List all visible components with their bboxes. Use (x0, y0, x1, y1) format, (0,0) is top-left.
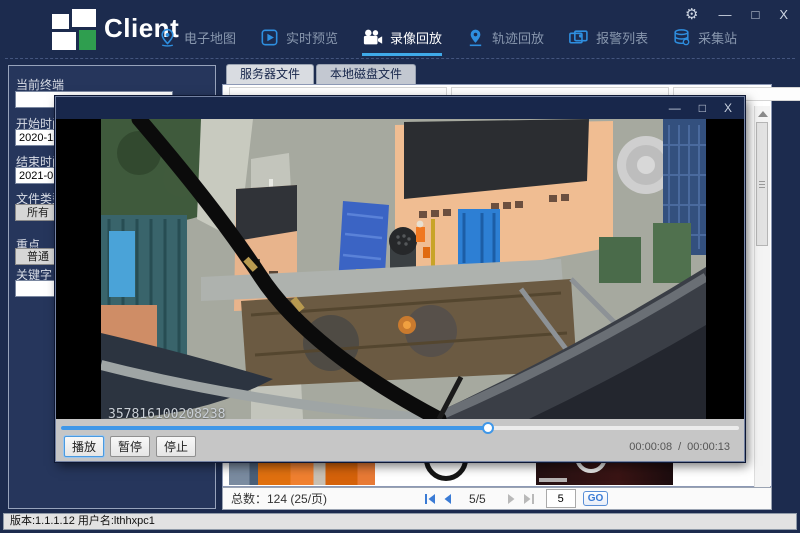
vertical-scrollbar[interactable] (754, 106, 770, 507)
alarm-list-icon (568, 28, 589, 47)
topbar-divider (5, 58, 795, 59)
player-close-button[interactable]: X (724, 101, 732, 115)
player-control-bar: 播放 暂停 停止 00:00:08 / 00:00:13 (56, 419, 744, 461)
prev-page-button[interactable] (441, 493, 453, 505)
go-button[interactable]: GO (583, 491, 609, 506)
current-time: 00:00:08 (629, 441, 672, 453)
top-bar: Client 电子地图 实时预览 录像回放 轨迹回放 (0, 0, 800, 58)
player-buttons: 播放 暂停 停止 (64, 436, 196, 457)
version-user-text: 版本:1.1.1.12 用户名:lthhxpc1 (10, 515, 155, 527)
total-time: 00:00:13 (687, 441, 730, 453)
logo-tile (72, 9, 96, 27)
logo-tile (52, 14, 69, 29)
video-player-window: — □ X (55, 96, 745, 462)
player-minimize-button[interactable]: — (669, 101, 681, 115)
thumbnail-caption (539, 478, 567, 482)
video-camera-icon (362, 28, 383, 47)
play-icon (260, 28, 279, 47)
logo-tile-green (79, 30, 96, 50)
tab-server-files[interactable]: 服务器文件 (226, 64, 314, 84)
nav-label: 电子地图 (184, 28, 236, 47)
scrollbar-thumb[interactable] (756, 122, 768, 246)
video-display-area: 357816100208238 E 105.391504 N 28.782217… (56, 119, 744, 419)
nav-track-playback[interactable]: 轨迹回放 (466, 22, 544, 56)
maximize-button[interactable]: □ (751, 7, 759, 22)
page-indicator: 5/5 (469, 492, 486, 506)
nav-live-preview[interactable]: 实时预览 (260, 22, 338, 56)
pause-button[interactable]: 暂停 (110, 436, 150, 457)
nav-label: 采集站 (698, 28, 737, 47)
nav-recording-playback[interactable]: 录像回放 (362, 22, 442, 56)
minimize-button[interactable]: — (718, 7, 731, 22)
total-count-text: 总数：124 (25/页) (231, 490, 327, 507)
file-tabs: 服务器文件 本地磁盘文件 (226, 64, 416, 84)
progress-handle[interactable] (482, 422, 494, 434)
nav-alarm-list[interactable]: 报警列表 (568, 22, 648, 56)
nav-label: 实时预览 (286, 28, 338, 47)
nav-label: 轨迹回放 (492, 28, 544, 47)
osd-device-id: 357816100208238 (108, 401, 335, 419)
logo-tile (52, 32, 76, 50)
settings-gear-icon[interactable]: ⚙ (685, 5, 698, 23)
app-logo (52, 9, 98, 51)
close-button[interactable]: X (779, 7, 788, 22)
stop-button[interactable]: 停止 (156, 436, 196, 457)
database-icon (672, 28, 691, 47)
video-osd-text: 357816100208238 E 105.391504 N 28.782217… (108, 347, 335, 419)
player-maximize-button[interactable]: □ (699, 101, 706, 115)
last-page-button[interactable] (522, 493, 536, 505)
time-separator: / (678, 441, 681, 453)
player-title-bar[interactable]: — □ X (56, 97, 744, 119)
next-page-button[interactable] (506, 493, 518, 505)
location-pin-icon (466, 28, 485, 47)
nav-label: 报警列表 (596, 28, 648, 47)
main-nav: 电子地图 实时预览 录像回放 轨迹回放 报警列表 (158, 22, 737, 58)
status-bar: 版本:1.1.1.12 用户名:lthhxpc1 (3, 513, 797, 530)
progress-fill (61, 426, 488, 430)
play-button[interactable]: 播放 (64, 436, 104, 457)
map-pin-icon (158, 28, 177, 47)
nav-collection-station[interactable]: 采集站 (672, 22, 737, 56)
nav-label: 录像回放 (390, 28, 442, 47)
progress-track[interactable] (61, 426, 739, 430)
window-controls: ⚙ — □ X (685, 5, 788, 23)
scroll-up-arrow[interactable] (758, 111, 768, 117)
first-page-button[interactable] (423, 493, 437, 505)
nav-electronic-map[interactable]: 电子地图 (158, 22, 236, 56)
tab-local-disk-files[interactable]: 本地磁盘文件 (316, 64, 416, 84)
pagination-bar: 总数：124 (25/页) 5/5 GO (222, 487, 772, 510)
video-thumbnail[interactable] (229, 459, 375, 485)
time-display: 00:00:08 / 00:00:13 (629, 441, 730, 453)
page-number-input[interactable] (546, 489, 576, 508)
